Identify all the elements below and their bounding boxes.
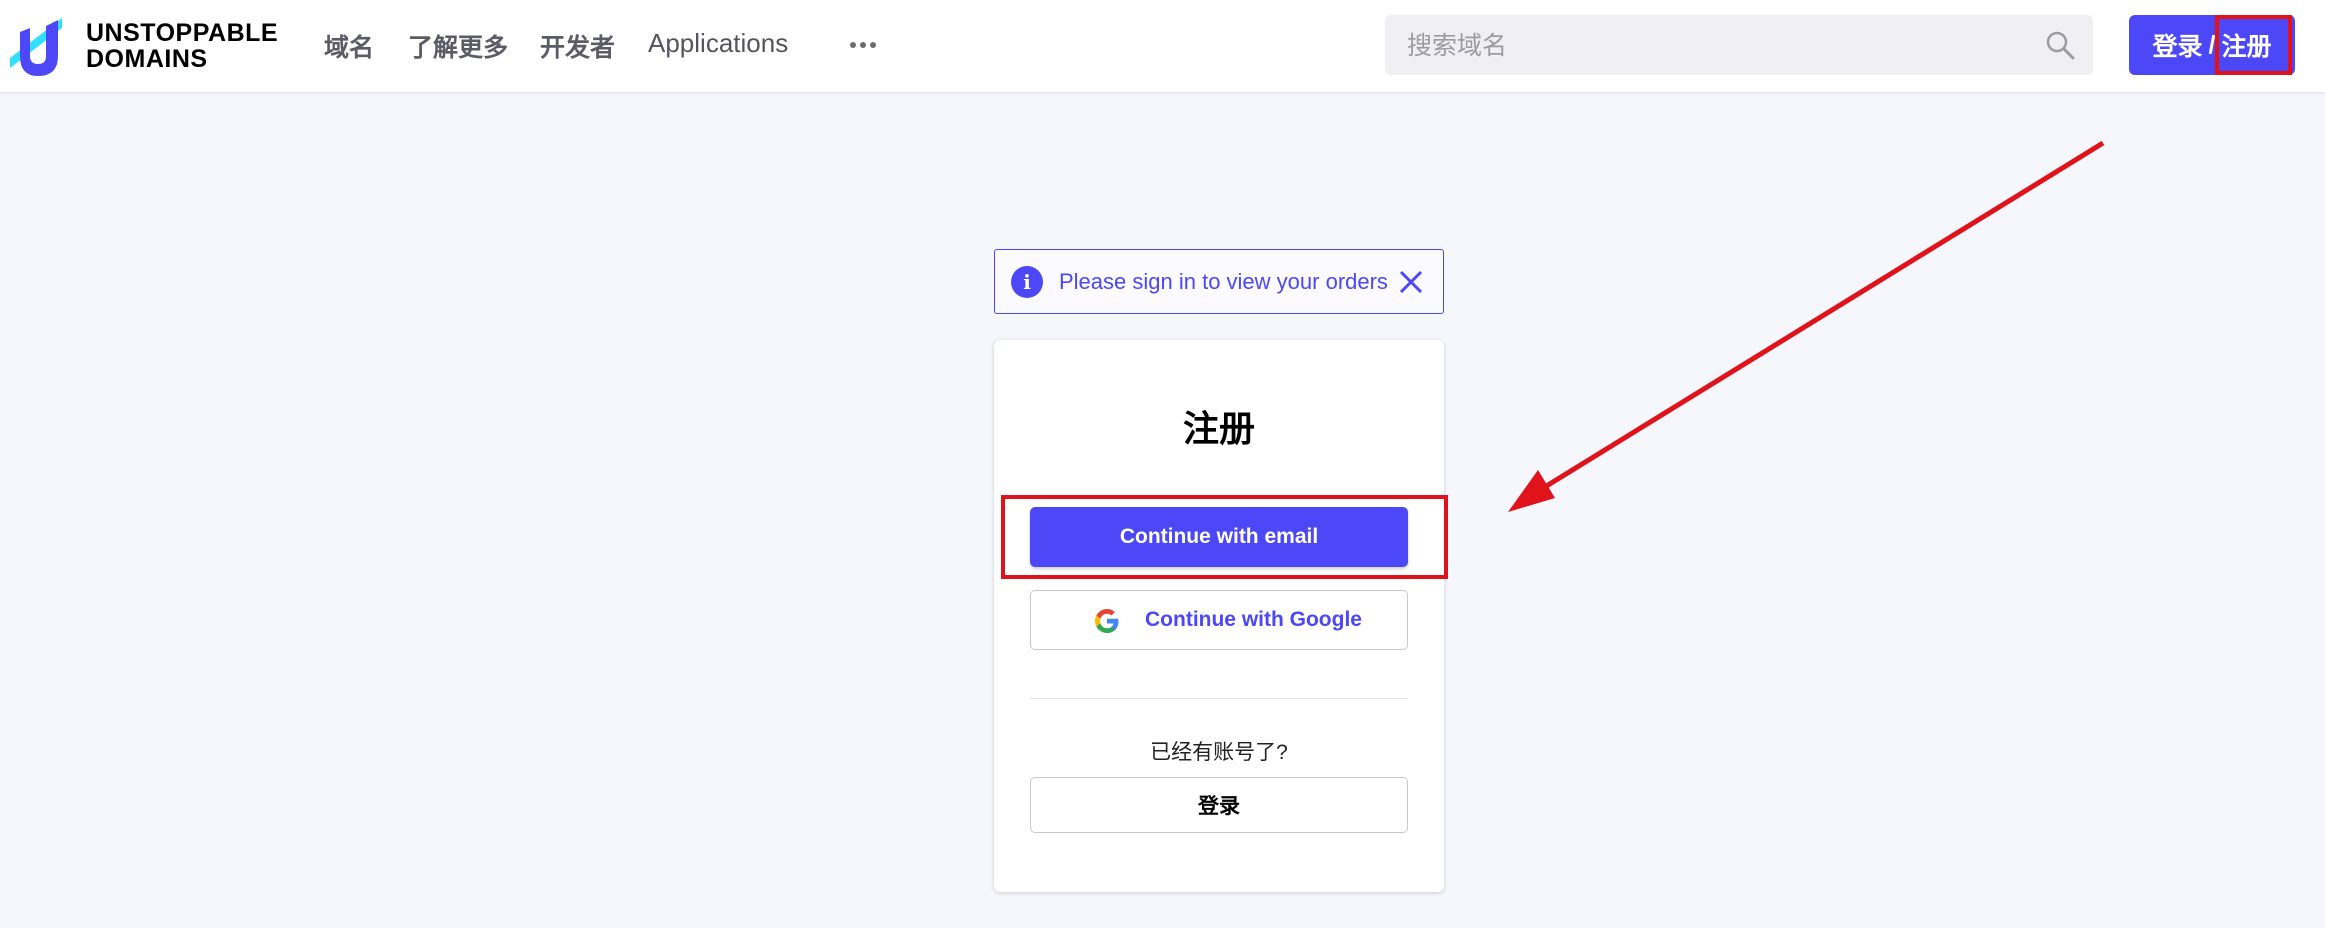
logo-line-2: DOMAINS bbox=[86, 45, 208, 73]
sign-in-alert: i Please sign in to view your orders bbox=[994, 249, 1444, 314]
login-label: 登录 bbox=[2152, 33, 2203, 61]
nav-applications[interactable]: Applications bbox=[648, 28, 788, 59]
more-horizontal-icon[interactable] bbox=[848, 42, 878, 50]
info-icon: i bbox=[1011, 266, 1043, 298]
continue-with-email-button[interactable]: Continue with email bbox=[1030, 507, 1408, 567]
nav-domains[interactable]: 域名 bbox=[324, 28, 374, 64]
google-button-label: Continue with Google bbox=[1145, 608, 1362, 631]
search-icon[interactable] bbox=[2045, 30, 2075, 60]
signup-card: 注册 Continue with email Continue with Goo… bbox=[994, 340, 1448, 892]
login-register-button[interactable]: 登录 / 注册 bbox=[2129, 15, 2295, 75]
have-account-text: 已经有账号了? bbox=[1150, 741, 1288, 764]
close-icon[interactable] bbox=[1398, 269, 1424, 295]
search-box[interactable] bbox=[1385, 15, 2093, 77]
register-label: 注册 bbox=[2221, 33, 2272, 61]
alert-message: Please sign in to view your orders bbox=[1059, 269, 1388, 294]
continue-with-google-button[interactable]: Continue with Google bbox=[1030, 590, 1408, 650]
unstoppable-domains-logo[interactable] bbox=[6, 14, 70, 78]
divider bbox=[1030, 698, 1408, 699]
login-button[interactable]: 登录 bbox=[1030, 777, 1408, 833]
nav-developers[interactable]: 开发者 bbox=[540, 28, 615, 64]
red-arrow bbox=[1508, 140, 2105, 512]
logo-text[interactable]: UNSTOPPABLE DOMAINS bbox=[86, 20, 278, 72]
search-input[interactable] bbox=[1405, 15, 2009, 77]
logo-line-1: UNSTOPPABLE bbox=[86, 19, 279, 47]
top-header: UNSTOPPABLE DOMAINS 域名 了解更多 开发者 Applicat… bbox=[0, 0, 2325, 93]
google-icon bbox=[1095, 609, 1119, 633]
page-title: 注册 bbox=[1182, 408, 1255, 449]
separator: / bbox=[2208, 30, 2216, 59]
nav-learn-more[interactable]: 了解更多 bbox=[408, 28, 508, 64]
